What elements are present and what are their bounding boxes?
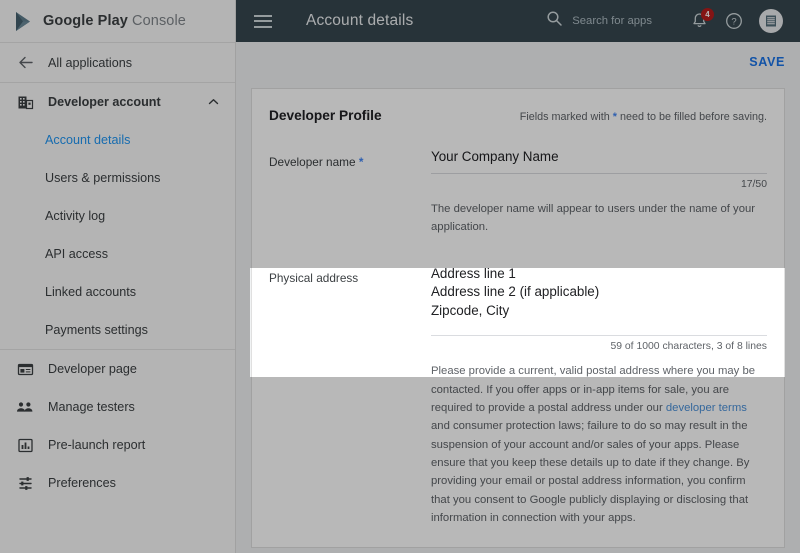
physical-address-counter: 59 of 1000 characters, 3 of 8 lines <box>610 341 767 353</box>
search-placeholder: Search for apps <box>572 15 652 27</box>
address-line-3: Zipcode, City <box>431 302 510 318</box>
help-button[interactable]: ? <box>725 12 743 30</box>
search-input[interactable]: Search for apps <box>546 10 652 32</box>
sidebar-item-label: Developer page <box>48 362 137 376</box>
sidebar-item-manage-testers[interactable]: Manage testers <box>0 388 235 426</box>
sidebar-item-developer-account[interactable]: Developer account <box>0 83 235 121</box>
field-label-text: Physical address <box>269 270 359 285</box>
required-marker: * <box>358 155 364 169</box>
developer-name-helper: The developer name will appear to users … <box>431 203 756 234</box>
sidebar-item-label: Manage testers <box>48 400 135 414</box>
web-page-icon <box>15 359 35 379</box>
sidebar-item-account-details[interactable]: Account details <box>0 121 235 159</box>
card-title: Developer Profile <box>269 108 382 123</box>
physical-address-field: Physical address Address line 1 Address … <box>252 265 784 528</box>
sidebar-item-api-access[interactable]: API access <box>0 235 235 273</box>
sidebar-item-label: Account details <box>45 133 131 147</box>
notification-badge: 4 <box>701 8 714 21</box>
input-underline <box>431 173 767 174</box>
physical-address-control: Address line 1 Address line 2 (if applic… <box>431 265 767 528</box>
sidebar: Google Play Console All applications Dev… <box>0 0 236 553</box>
brand-logo[interactable]: Google Play Console <box>0 0 235 42</box>
developer-name-counter: 17/50 <box>740 179 767 190</box>
required-note-asterisk: * <box>612 111 617 123</box>
developer-name-input[interactable]: Your Company Name <box>431 149 767 173</box>
developer-profile-card: Developer Profile Fields marked with * n… <box>251 88 785 548</box>
sidebar-item-label: Users & permissions <box>45 171 161 185</box>
developer-name-control: Your Company Name 17/50 The developer na… <box>431 149 767 237</box>
svg-text:?: ? <box>731 17 736 28</box>
physical-address-label: Physical address <box>269 265 431 528</box>
header-icon-group: 4 ? <box>690 8 783 33</box>
input-underline <box>431 335 767 337</box>
account-avatar-icon <box>766 15 776 27</box>
physical-address-helper: Please provide a current, valid postal a… <box>431 362 767 527</box>
bar-chart-icon <box>15 435 35 455</box>
sidebar-item-label: Payments settings <box>45 323 148 337</box>
developer-name-label: Developer name * <box>269 149 431 237</box>
sidebar-item-label: All applications <box>48 55 133 70</box>
help-circle-icon: ? <box>726 13 742 29</box>
developer-name-field: Developer name * Your Company Name 17/50… <box>252 149 784 237</box>
address-line-2: Address line 2 (if applicable) <box>431 284 600 300</box>
address-line-1: Address line 1 <box>431 265 516 281</box>
sidebar-item-users-permissions[interactable]: Users & permissions <box>0 159 235 197</box>
google-play-logo-icon <box>14 11 34 32</box>
developer-terms-link[interactable]: developer terms <box>666 402 747 414</box>
main-content: SAVE Developer Profile Fields marked wit… <box>236 42 800 553</box>
page-title: Account details <box>306 12 414 29</box>
brand-name-light: Console <box>132 13 186 29</box>
sliders-icon <box>15 473 35 493</box>
business-building-icon <box>15 92 35 112</box>
required-note-before: Fields marked with <box>519 111 610 123</box>
card-header: Developer Profile Fields marked with * n… <box>252 89 784 123</box>
save-button[interactable]: SAVE <box>749 55 785 69</box>
chevron-up-icon[interactable] <box>208 97 219 108</box>
sidebar-item-activity-log[interactable]: Activity log <box>0 197 235 235</box>
account-avatar[interactable] <box>759 9 783 33</box>
sidebar-item-linked-accounts[interactable]: Linked accounts <box>0 273 235 311</box>
notifications-button[interactable]: 4 <box>690 8 714 31</box>
sidebar-item-payments-settings[interactable]: Payments settings <box>0 311 235 349</box>
sidebar-item-developer-page[interactable]: Developer page <box>0 350 235 388</box>
arrow-left-icon <box>15 53 35 73</box>
sidebar-item-label: Pre-launch report <box>48 438 146 452</box>
required-fields-note: Fields marked with * need to be filled b… <box>520 111 767 123</box>
app-root: Google Play Console All applications Dev… <box>0 0 800 553</box>
sidebar-item-pre-launch-report[interactable]: Pre-launch report <box>0 426 235 464</box>
helper-text-part-2: and consumer protection laws; failure to… <box>431 420 750 524</box>
brand-text: Google Play Console <box>43 13 186 29</box>
physical-address-input[interactable]: Address line 1 Address line 2 (if applic… <box>431 265 767 336</box>
sidebar-item-all-applications[interactable]: All applications <box>0 43 235 82</box>
action-toolbar: SAVE <box>236 42 800 88</box>
field-label-text: Developer name <box>269 155 356 169</box>
top-header-bar: Account details Search for apps 4 ? <box>236 0 800 42</box>
required-note-after: need to be filled before saving. <box>619 111 767 123</box>
sidebar-item-label: Preferences <box>48 476 116 490</box>
sidebar-item-label: Linked accounts <box>45 285 137 299</box>
people-group-icon <box>15 397 35 417</box>
brand-name-bold: Google Play <box>43 13 128 29</box>
sidebar-item-preferences[interactable]: Preferences <box>0 464 235 502</box>
sidebar-item-label: Activity log <box>45 209 106 223</box>
sidebar-item-label: Developer account <box>48 95 161 109</box>
sidebar-subitem-list: Account details Users & permissions Acti… <box>0 121 235 349</box>
hamburger-menu-icon[interactable] <box>254 14 272 28</box>
sidebar-item-label: API access <box>45 247 108 261</box>
search-icon <box>546 10 563 32</box>
